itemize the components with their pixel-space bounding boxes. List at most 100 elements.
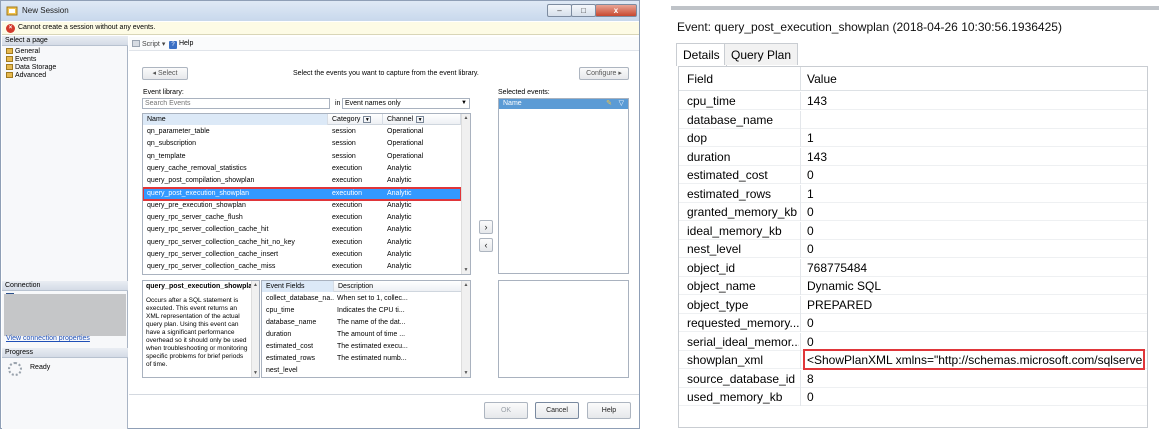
event-row[interactable]: query_rpc_server_collection_cache_hit_no… <box>143 237 461 249</box>
tab-details[interactable]: Details <box>676 43 727 66</box>
scroll-down-icon[interactable]: ▼ <box>462 370 470 376</box>
event-row[interactable]: query_cache_removal_statistics execution A… <box>143 163 461 175</box>
add-event-button[interactable]: › <box>479 220 493 234</box>
property-row[interactable]: dop 1 <box>679 129 1147 147</box>
column-header-event-fields[interactable]: Event Fields <box>262 281 334 292</box>
help-button[interactable]: Help <box>587 402 631 419</box>
property-value-cell: 0 <box>807 223 814 238</box>
filter-dropdown-icon[interactable]: ▼ <box>363 116 372 123</box>
column-header-channel[interactable]: Channel ▼ <box>383 114 461 125</box>
property-value-cell: 8 <box>807 371 814 386</box>
cancel-button[interactable]: Cancel <box>535 402 579 419</box>
page-item-events[interactable]: Events <box>6 56 36 63</box>
event-row[interactable]: qn_subscription session Operational <box>143 138 461 150</box>
event-name-cell: query_post_compilation_showplan <box>147 177 255 185</box>
property-row[interactable]: ideal_memory_kb 0 <box>679 221 1147 240</box>
field-row[interactable]: estimated_rows The estimated numb... <box>262 353 462 365</box>
column-divider <box>800 369 801 388</box>
property-row[interactable]: estimated_cost 0 <box>679 166 1147 184</box>
ok-button[interactable]: OK <box>484 402 528 419</box>
column-header-value[interactable]: Value <box>799 67 837 91</box>
event-library-grid[interactable]: Name Category ▼ Channel ▼ qn_parameter_tab… <box>142 113 471 275</box>
event-row[interactable]: query_post_compilation_showplan execution… <box>143 175 461 187</box>
property-row[interactable]: showplan_xml <ShowPlanXML xmlns="http://s… <box>679 349 1147 370</box>
property-row[interactable]: cpu_time 143 <box>679 92 1147 110</box>
scroll-up-icon[interactable]: ▲ <box>462 282 470 288</box>
event-row[interactable]: qn_template session Operational <box>143 151 461 163</box>
configure-button[interactable]: Configure ▸ <box>579 67 629 80</box>
event-category-cell: execution <box>332 189 362 197</box>
chevron-down-icon: ▾ <box>161 41 166 48</box>
field-row[interactable]: collect_database_na... When set to 1, col… <box>262 293 462 305</box>
event-fields-grid[interactable]: Event Fields Description collect_databas… <box>261 280 471 378</box>
property-row[interactable]: object_name Dynamic SQL <box>679 277 1147 295</box>
field-name-cell: cpu_time <box>266 307 295 314</box>
maximize-button[interactable]: □ <box>571 4 596 17</box>
property-row[interactable]: serial_ideal_memor... 0 <box>679 332 1147 351</box>
script-button[interactable]: Script ▾ <box>132 40 165 48</box>
property-row[interactable]: requested_memory... 0 <box>679 314 1147 332</box>
field-row[interactable]: duration The amount of time ... <box>262 329 462 341</box>
minimize-button[interactable]: – <box>547 4 572 17</box>
column-header-description[interactable]: Description <box>334 281 462 292</box>
property-row[interactable]: estimated_rows 1 <box>679 184 1147 203</box>
event-row[interactable]: query_post_execution_showplan execution An… <box>143 186 462 201</box>
select-button[interactable]: ◂ Select <box>142 67 188 80</box>
error-icon: × <box>6 24 15 33</box>
property-field-cell: dop <box>687 131 708 145</box>
property-row[interactable]: source_database_id 8 <box>679 369 1147 388</box>
property-row[interactable]: used_memory_kb 0 <box>679 388 1147 406</box>
grid-scrollbar[interactable]: ▲ ▼ <box>461 114 470 274</box>
search-events-input[interactable] <box>142 98 330 109</box>
selected-events-label: Selected events: <box>498 89 550 96</box>
event-name-cell: query_rpc_server_cache_flush <box>147 214 243 222</box>
field-name-cell: collect_database_na... <box>266 295 334 302</box>
field-row[interactable]: database_name The name of the dat... <box>262 317 462 329</box>
tab-query-plan[interactable]: Query Plan <box>724 43 799 65</box>
scroll-down-icon[interactable]: ▼ <box>462 267 470 273</box>
field-row[interactable]: cpu_time Indicates the CPU ti... <box>262 305 462 317</box>
event-row[interactable]: query_rpc_server_collection_cache_insert… <box>143 249 461 261</box>
arrow-left-icon: ‹ <box>484 240 488 250</box>
view-connection-properties-link[interactable]: View connection properties <box>6 335 90 342</box>
event-properties-grid[interactable]: Field Value cpu_time 143 database_name dop 1… <box>678 66 1148 428</box>
column-header-field[interactable]: Field <box>679 67 713 91</box>
event-row[interactable]: query_rpc_server_collection_cache_hit exe… <box>143 224 461 236</box>
scroll-up-icon[interactable]: ▲ <box>252 282 259 288</box>
column-divider <box>800 240 801 258</box>
field-description-cell: Indicates the CPU ti... <box>337 307 405 314</box>
property-row[interactable]: object_id 768775484 <box>679 258 1147 277</box>
field-row[interactable]: nest_level <box>262 365 462 377</box>
column-label: Event Fields <box>266 283 305 290</box>
page-item-data-storage[interactable]: Data Storage <box>6 64 56 71</box>
property-field-cell: object_type <box>687 297 749 312</box>
property-row[interactable]: object_type PREPARED <box>679 295 1147 314</box>
property-row[interactable]: granted_memory_kb 0 <box>679 203 1147 221</box>
property-value-cell: 143 <box>807 149 828 164</box>
filter-dropdown-icon[interactable]: ▼ <box>416 116 425 123</box>
select-label: Select <box>158 70 178 77</box>
remove-event-button[interactable]: ‹ <box>479 238 493 252</box>
event-row[interactable]: qn_parameter_table session Operational <box>143 126 461 138</box>
search-scope-select[interactable]: Event names only ▼ <box>342 98 470 109</box>
property-field-cell: nest_level <box>687 242 742 256</box>
page-item-general[interactable]: General <box>6 48 40 55</box>
event-library-label: Event library: <box>143 89 184 96</box>
event-row[interactable]: query_pre_execution_showplan execution Ana… <box>143 200 461 212</box>
property-row[interactable]: database_name <box>679 110 1147 129</box>
close-button[interactable]: x <box>595 4 637 17</box>
column-header-name[interactable]: Name <box>143 114 328 125</box>
property-row[interactable]: duration 143 <box>679 147 1147 166</box>
property-row[interactable]: nest_level 0 <box>679 240 1147 258</box>
fields-scrollbar[interactable]: ▲ ▼ <box>461 281 470 377</box>
page-item-advanced[interactable]: Advanced <box>6 72 46 79</box>
scroll-up-icon[interactable]: ▲ <box>462 115 470 121</box>
event-row[interactable]: query_rpc_server_collection_cache_miss ex… <box>143 261 461 273</box>
help-toolbar-button[interactable]: ? Help <box>169 40 193 49</box>
field-row[interactable]: estimated_cost The estimated execu... <box>262 341 462 353</box>
description-scrollbar[interactable]: ▲ ▼ <box>251 281 259 377</box>
selected-events-list[interactable]: Name ✎ ▽ <box>498 98 629 274</box>
scroll-down-icon[interactable]: ▼ <box>252 370 259 376</box>
column-header-category[interactable]: Category ▼ <box>328 114 383 125</box>
event-row[interactable]: query_rpc_server_cache_flush execution Ana… <box>143 212 461 224</box>
